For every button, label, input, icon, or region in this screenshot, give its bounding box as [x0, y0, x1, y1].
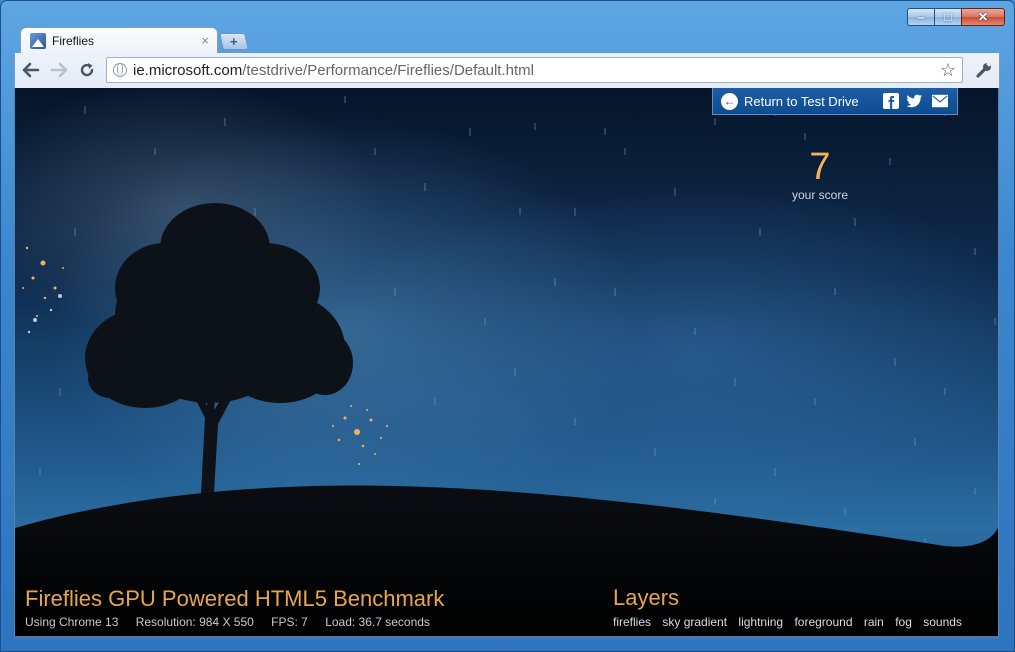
- minimize-button[interactable]: ‒: [907, 8, 935, 26]
- tab-fireflies[interactable]: Fireflies ×: [20, 27, 218, 54]
- reload-icon: [80, 63, 94, 77]
- benchmark-stats: Using Chrome 13 Resolution: 984 X 550 FP…: [25, 615, 444, 629]
- tab-title: Fireflies: [52, 34, 95, 48]
- forward-arrow-icon: [50, 62, 68, 78]
- layer-toggle-sounds[interactable]: sounds: [923, 615, 962, 629]
- layer-toggle-foreground[interactable]: foreground: [794, 615, 852, 629]
- close-window-button[interactable]: ✕: [961, 8, 1005, 26]
- facebook-icon[interactable]: [883, 93, 899, 109]
- bookmark-star-icon[interactable]: ☆: [940, 60, 956, 81]
- benchmark-title: Fireflies GPU Powered HTML5 Benchmark: [25, 586, 445, 611]
- score-label: your score: [791, 188, 849, 202]
- url-text[interactable]: ie.microsoft.com/testdrive/Performance/F…: [133, 62, 534, 79]
- plus-icon: +: [230, 34, 238, 49]
- stat-fps: FPS: 7: [271, 615, 308, 629]
- layer-toggle-fireflies[interactable]: fireflies: [613, 615, 651, 629]
- score-value: 7: [809, 146, 831, 188]
- return-to-test-drive-banner[interactable]: ← Return to Test Drive: [712, 88, 958, 115]
- maximize-button[interactable]: □: [934, 8, 962, 26]
- back-arrow-icon: [22, 62, 40, 78]
- twitter-icon[interactable]: [907, 93, 923, 109]
- layer-toggle-fog[interactable]: fog: [895, 615, 912, 629]
- address-bar[interactable]: ie.microsoft.com/testdrive/Performance/F…: [106, 57, 963, 83]
- tab-close-icon[interactable]: ×: [201, 33, 209, 48]
- url-path: /testdrive/Performance/Fireflies/Default…: [242, 62, 534, 79]
- stat-browser: Using Chrome 13: [25, 615, 119, 629]
- window-controls: ‒ □ ✕: [907, 8, 1005, 26]
- layer-toggle-lightning[interactable]: lightning: [738, 615, 783, 629]
- layer-toggle-sky-gradient[interactable]: sky gradient: [662, 615, 727, 629]
- maximize-icon: □: [944, 10, 952, 24]
- url-host: ie.microsoft.com: [133, 62, 243, 79]
- stat-load: Load: 36.7 seconds: [325, 615, 430, 629]
- tree-silhouette: [85, 203, 353, 493]
- layers-list: fireflies sky gradient lightning foregro…: [613, 615, 970, 629]
- reload-button[interactable]: [76, 59, 98, 81]
- wrench-icon: [976, 61, 992, 78]
- back-button[interactable]: [20, 59, 42, 81]
- settings-wrench-button[interactable]: [973, 59, 995, 81]
- close-icon: ✕: [977, 10, 989, 24]
- layers-title: Layers: [613, 585, 680, 610]
- ie-testdrive-favicon-icon: [30, 33, 46, 49]
- back-circle-icon: ←: [721, 92, 738, 110]
- fireflies-demo-canvas[interactable]: ← Return to Test Drive 7 your score Fire…: [14, 88, 999, 638]
- email-icon[interactable]: [932, 93, 948, 109]
- minimize-icon: ‒: [917, 10, 925, 24]
- globe-icon: [113, 63, 127, 77]
- return-to-test-drive-link[interactable]: Return to Test Drive: [744, 94, 859, 109]
- layer-toggle-rain[interactable]: rain: [864, 615, 884, 629]
- window-bottom-border: [14, 636, 999, 639]
- browser-toolbar: ie.microsoft.com/testdrive/Performance/F…: [14, 53, 1000, 88]
- new-tab-button[interactable]: +: [219, 33, 249, 50]
- forward-button[interactable]: [48, 59, 70, 81]
- score-panel: 7 your score: [783, 148, 857, 202]
- stat-resolution: Resolution: 984 X 550: [135, 615, 254, 629]
